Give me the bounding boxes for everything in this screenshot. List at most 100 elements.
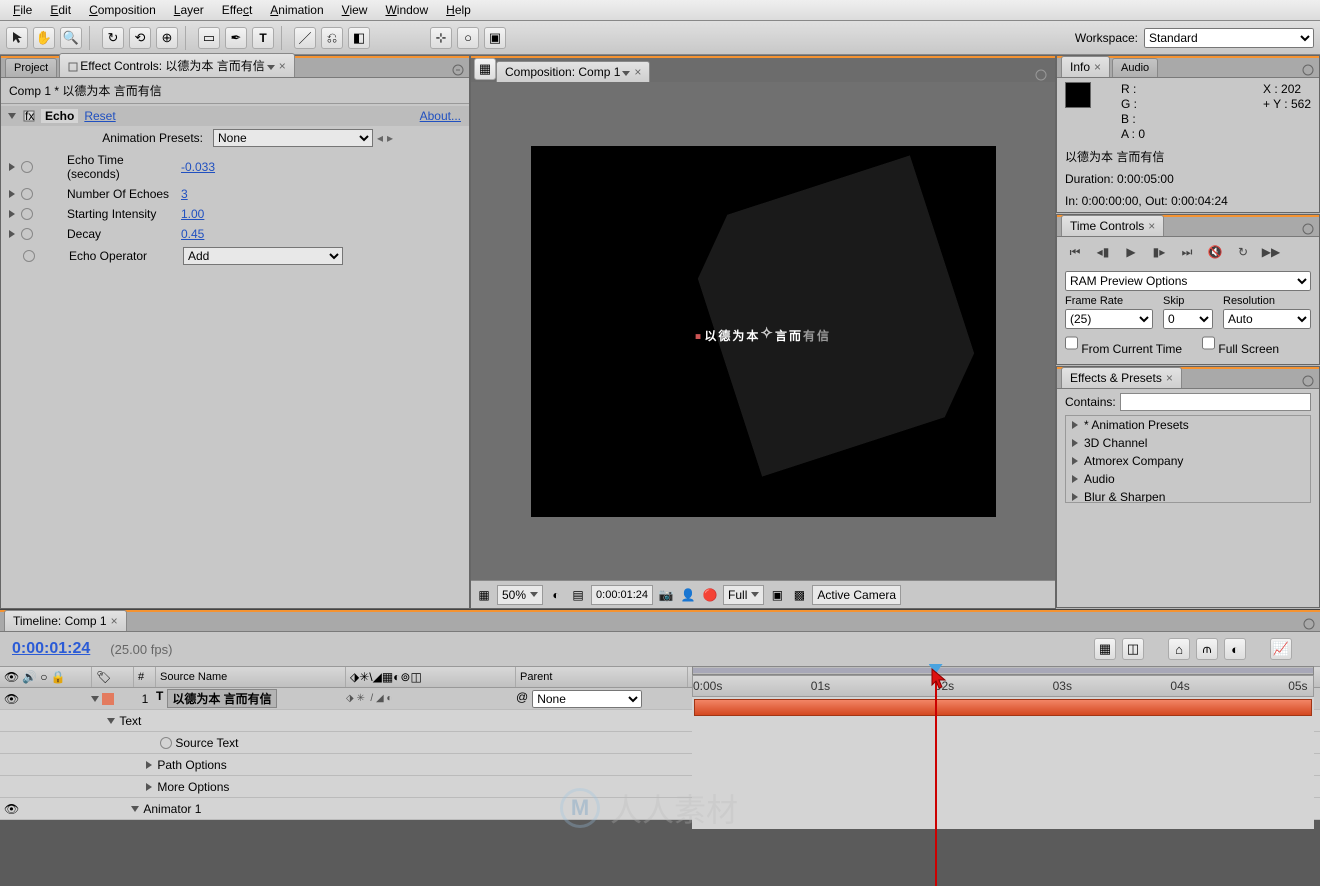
frameblend-icon[interactable]: ⫙ [1196,638,1218,660]
view-select[interactable]: Active Camera [812,585,901,605]
list-item[interactable]: Audio [1066,470,1310,488]
loop-button[interactable]: ↻ [1233,243,1253,261]
rect-tool[interactable]: ▭ [198,27,220,49]
framerate-select[interactable]: (25) [1065,309,1153,329]
local-axis-icon[interactable]: ⊹ [430,27,452,49]
tab-time-controls[interactable]: Time Controls× [1061,215,1164,236]
lock-icon[interactable]: 🔒 [50,670,65,684]
mute-button[interactable]: 🔇 [1205,243,1225,261]
pen-tool[interactable]: ✒ [225,27,247,49]
layer-duration-bar[interactable] [694,699,1312,716]
prev-frame-button[interactable]: ◂▮ [1093,243,1113,261]
workspace-select[interactable]: Standard [1144,28,1314,48]
menu-layer[interactable]: Layer [165,1,213,19]
expand-icon[interactable] [9,230,15,238]
menu-composition[interactable]: Composition [80,1,165,19]
ram-preview-button[interactable]: ▶▶ [1261,243,1281,261]
color-icon[interactable]: 🔴 [701,586,719,604]
tab-effect-controls[interactable]: Effect Controls: 以德为本 言而有信× [59,53,295,77]
rotation-tool[interactable]: ↻ [102,27,124,49]
layer-name[interactable]: 以德为本 言而有信 [167,689,276,708]
stopwatch-icon[interactable] [160,737,172,749]
clone-tool[interactable]: ⎌ [321,27,343,49]
expand-icon[interactable] [9,190,15,198]
tab-project[interactable]: Project [5,58,57,77]
zoom-tool[interactable]: 🔍 [60,27,82,49]
param-value[interactable]: -0.033 [181,160,215,174]
echo-operator-select[interactable]: Add [183,247,343,265]
time-ruler[interactable]: 0:00s 01s 02s 03s 04s 05s [692,675,1314,697]
comp-shortcut-icon[interactable]: ▦ [474,58,496,80]
panel-menu-icon[interactable] [451,63,465,77]
eye-icon[interactable]: 👁 [4,670,19,684]
composition-viewer[interactable]: ■ 以德为本✧言而有信 [471,82,1055,580]
speaker-icon[interactable]: 🔊 [22,670,37,684]
draft3d-icon[interactable]: ◫ [1122,638,1144,660]
fx-enable-icon[interactable]: fx [23,110,35,122]
tab-composition[interactable]: Composition: Comp 1× [496,61,650,82]
eye-icon[interactable]: 👁 [4,802,19,816]
snapshot-icon[interactable]: 📷 [657,586,675,604]
stopwatch-icon[interactable] [21,188,33,200]
menu-help[interactable]: Help [437,1,480,19]
next-frame-button[interactable]: ▮▸ [1149,243,1169,261]
list-item[interactable]: Atmorex Company [1066,452,1310,470]
parent-select[interactable]: None [532,690,642,708]
menu-window[interactable]: Window [376,1,437,19]
from-current-checkbox[interactable]: From Current Time [1065,333,1182,356]
eye-icon[interactable]: 👁 [4,692,19,706]
menu-view[interactable]: View [333,1,377,19]
list-item[interactable]: Blur & Sharpen [1066,488,1310,503]
grid-icon[interactable]: ▦ [475,586,493,604]
eraser-tool[interactable]: ◧ [348,27,370,49]
resolution-icon[interactable]: ▤ [569,586,587,604]
reset-link[interactable]: Reset [84,109,115,123]
panel-menu-icon[interactable] [1301,222,1315,236]
work-area-bar[interactable] [692,666,1314,675]
param-value[interactable]: 0.45 [181,227,204,241]
stopwatch-icon[interactable] [23,250,35,262]
menu-animation[interactable]: Animation [261,1,332,19]
resolution-select[interactable]: Auto [1223,309,1311,329]
mask-icon[interactable]: ▣ [768,586,786,604]
text-tool[interactable]: T [252,27,274,49]
menu-effect[interactable]: Effect [213,1,261,19]
param-value[interactable]: 3 [181,187,188,201]
panel-menu-icon[interactable] [1034,68,1048,82]
time-display[interactable]: 0:00:01:24 [591,585,653,605]
tab-info[interactable]: Info× [1061,56,1110,77]
list-item[interactable]: 3D Channel [1066,434,1310,452]
last-frame-button[interactable]: ⏭ [1177,243,1197,261]
next-preset-icon[interactable]: ▸ [387,131,393,145]
expand-icon[interactable] [9,163,15,171]
shy-icon[interactable]: ⌂ [1168,638,1190,660]
camera-tool[interactable]: ⟲ [129,27,151,49]
stopwatch-icon[interactable] [21,161,33,173]
menu-edit[interactable]: Edit [41,1,80,19]
first-frame-button[interactable]: ⏮ [1065,243,1085,261]
full-screen-checkbox[interactable]: Full Screen [1202,333,1279,356]
list-item[interactable]: * Animation Presets [1066,416,1310,434]
view-axis-icon[interactable]: ▣ [484,27,506,49]
brush-tool[interactable]: ／ [294,27,316,49]
channel-icon[interactable]: ◐ [547,586,565,604]
play-button[interactable]: ▶ [1121,243,1141,261]
panel-menu-icon[interactable] [1301,63,1315,77]
panel-menu-icon[interactable] [1301,374,1315,388]
search-input[interactable] [1120,393,1311,411]
resolution-select[interactable]: Full [723,585,764,605]
ram-preview-select[interactable]: RAM Preview Options [1065,271,1311,291]
playhead[interactable] [935,666,937,886]
selection-tool[interactable] [6,27,28,49]
region-icon[interactable]: 👤 [679,586,697,604]
stopwatch-icon[interactable] [21,228,33,240]
world-axis-icon[interactable]: ○ [457,27,479,49]
graph-editor-icon[interactable]: 📈 [1270,638,1292,660]
tab-effects-presets[interactable]: Effects & Presets× [1061,367,1182,388]
zoom-select[interactable]: 50% [497,585,543,605]
tab-audio[interactable]: Audio [1112,58,1158,77]
anim-presets-select[interactable]: None [213,129,373,147]
hand-tool[interactable]: ✋ [33,27,55,49]
label-icon[interactable]: 🏷 [96,670,111,684]
skip-select[interactable]: 0 [1163,309,1213,329]
